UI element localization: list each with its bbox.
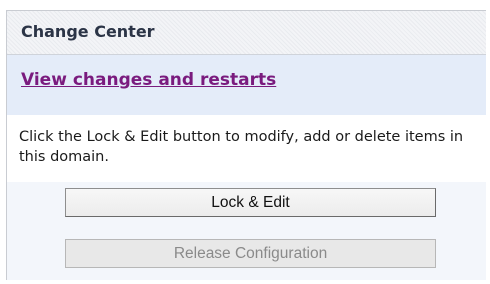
panel-header: Change Center [7, 11, 486, 55]
panel-title: Change Center [21, 22, 155, 41]
info-area: Click the Lock & Edit button to modify, … [7, 115, 486, 182]
lock-edit-button[interactable]: Lock & Edit [65, 188, 436, 217]
change-center-panel: Change Center View changes and restarts … [6, 10, 486, 280]
view-changes-link[interactable]: View changes and restarts [21, 70, 276, 90]
info-text: Click the Lock & Edit button to modify, … [19, 129, 464, 165]
release-configuration-button[interactable]: Release Configuration [65, 239, 436, 268]
changes-bar: View changes and restarts [7, 55, 486, 115]
